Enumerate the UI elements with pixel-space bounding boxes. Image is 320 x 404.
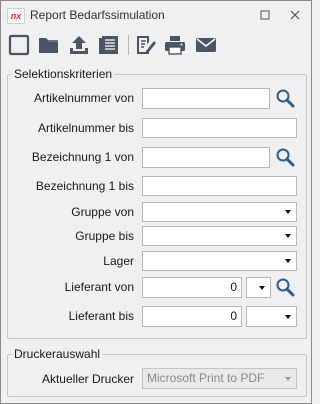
search-icon [276, 89, 295, 108]
search-icon [276, 148, 295, 167]
title-bar[interactable]: nx Report Bedarfssimulation [1, 1, 311, 29]
label-bezeichnung-bis: Bezeichnung 1 bis [35, 179, 134, 193]
artikelnummer-bis-input[interactable] [142, 118, 297, 138]
email-icon [196, 38, 216, 52]
label-gruppe-bis: Gruppe bis [75, 229, 134, 243]
close-button[interactable] [287, 7, 303, 23]
chevron-down-icon [285, 210, 291, 214]
edit-button[interactable] [134, 33, 158, 57]
upload-icon [70, 36, 88, 54]
new-icon [8, 34, 30, 56]
label-gruppe-von: Gruppe von [71, 205, 134, 219]
bezeichnung-bis-input[interactable] [142, 176, 297, 196]
lieferant-von-input[interactable]: 0 [142, 277, 242, 298]
printer-legend: Druckerauswahl [14, 347, 101, 361]
bezeichnung-von-search-button[interactable] [274, 147, 296, 167]
selection-legend: Selektionskriterien [14, 67, 113, 81]
gruppe-bis-select[interactable] [142, 226, 297, 246]
edit-icon [137, 36, 156, 54]
label-aktueller-drucker: Aktueller Drucker [41, 372, 134, 386]
toolbar-separator [128, 35, 129, 55]
label-bezeichnung-von: Bezeichnung 1 von [31, 150, 134, 164]
label-lager: Lager [103, 254, 134, 268]
artikelnummer-von-input[interactable] [142, 88, 270, 109]
open-folder-icon [39, 38, 58, 53]
chevron-down-icon [285, 259, 291, 263]
lager-select[interactable] [142, 251, 297, 271]
close-icon [290, 10, 300, 20]
chevron-down-icon [285, 315, 291, 319]
printer-value: Microsoft Print to PDF [147, 371, 265, 385]
toolbar [1, 29, 311, 61]
report-window: nx Report Bedarfssimulation Selektionskr… [0, 0, 312, 404]
print-button[interactable] [163, 33, 187, 57]
label-lieferant-bis: Lieferant bis [68, 309, 134, 323]
bezeichnung-von-input[interactable] [142, 147, 270, 168]
app-logo: nx [7, 8, 25, 24]
chevron-down-icon [259, 286, 265, 290]
printer-select[interactable]: Microsoft Print to PDF [142, 368, 297, 389]
label-artikelnummer-bis: Artikelnummer bis [37, 121, 134, 135]
label-lieferant-von: Lieferant von [64, 280, 134, 294]
new-button[interactable] [7, 33, 31, 57]
open-button[interactable] [37, 33, 61, 57]
email-button[interactable] [194, 33, 218, 57]
lieferant-bis-select[interactable] [246, 306, 297, 327]
lieferant-bis-input[interactable]: 0 [142, 306, 242, 327]
chevron-down-icon [285, 377, 291, 381]
maximize-icon [260, 10, 270, 20]
list-icon [99, 36, 118, 54]
maximize-button[interactable] [257, 7, 273, 23]
print-icon [165, 36, 185, 55]
lieferant-von-search-button[interactable] [274, 277, 296, 297]
search-icon [276, 278, 295, 297]
lieferant-von-select[interactable] [246, 277, 271, 298]
window-title: Report Bedarfssimulation [30, 8, 165, 22]
artikelnummer-von-search-button[interactable] [274, 88, 296, 108]
list-button[interactable] [97, 33, 121, 57]
export-button[interactable] [67, 33, 91, 57]
chevron-down-icon [285, 234, 291, 238]
gruppe-von-select[interactable] [142, 202, 297, 222]
label-artikelnummer-von: Artikelnummer von [33, 91, 134, 105]
